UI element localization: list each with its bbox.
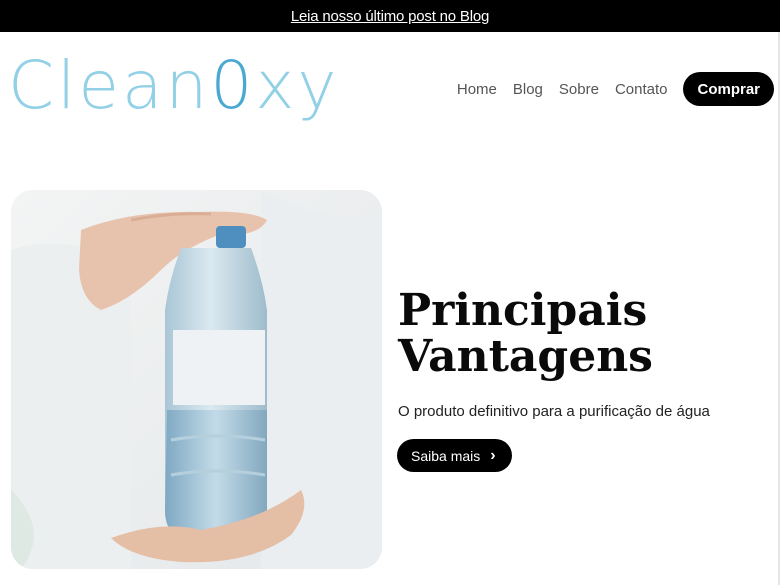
hero-title: Principais Vantagens bbox=[398, 288, 768, 380]
learn-more-label: Saiba mais bbox=[411, 447, 481, 464]
announcement-link[interactable]: Leia nosso último post no Blog bbox=[291, 8, 489, 25]
logo-text-xy: xy bbox=[255, 47, 340, 124]
learn-more-button[interactable]: Saiba mais › bbox=[397, 439, 512, 472]
buy-button[interactable]: Comprar bbox=[683, 72, 774, 106]
hero-title-line2: Vantagens bbox=[398, 331, 653, 382]
nav-sobre[interactable]: Sobre bbox=[559, 81, 599, 98]
logo-text-zero: 0 bbox=[210, 47, 256, 124]
nav-contato[interactable]: Contato bbox=[615, 81, 668, 98]
logo-text-clean: Clean bbox=[8, 47, 211, 124]
hero-title-line1: Principais bbox=[398, 285, 648, 336]
nav-blog[interactable]: Blog bbox=[513, 81, 543, 98]
nav-home[interactable]: Home bbox=[457, 81, 497, 98]
hero-image-water-bottle bbox=[11, 190, 382, 569]
logo[interactable]: Clean0xy bbox=[8, 46, 339, 126]
chevron-right-icon: › bbox=[490, 446, 496, 464]
announcement-bar: Leia nosso último post no Blog bbox=[0, 0, 780, 32]
hero-subtitle: O produto definitivo para a purificação … bbox=[398, 403, 710, 420]
main-nav: Home Blog Sobre Contato Comprar bbox=[457, 72, 774, 106]
